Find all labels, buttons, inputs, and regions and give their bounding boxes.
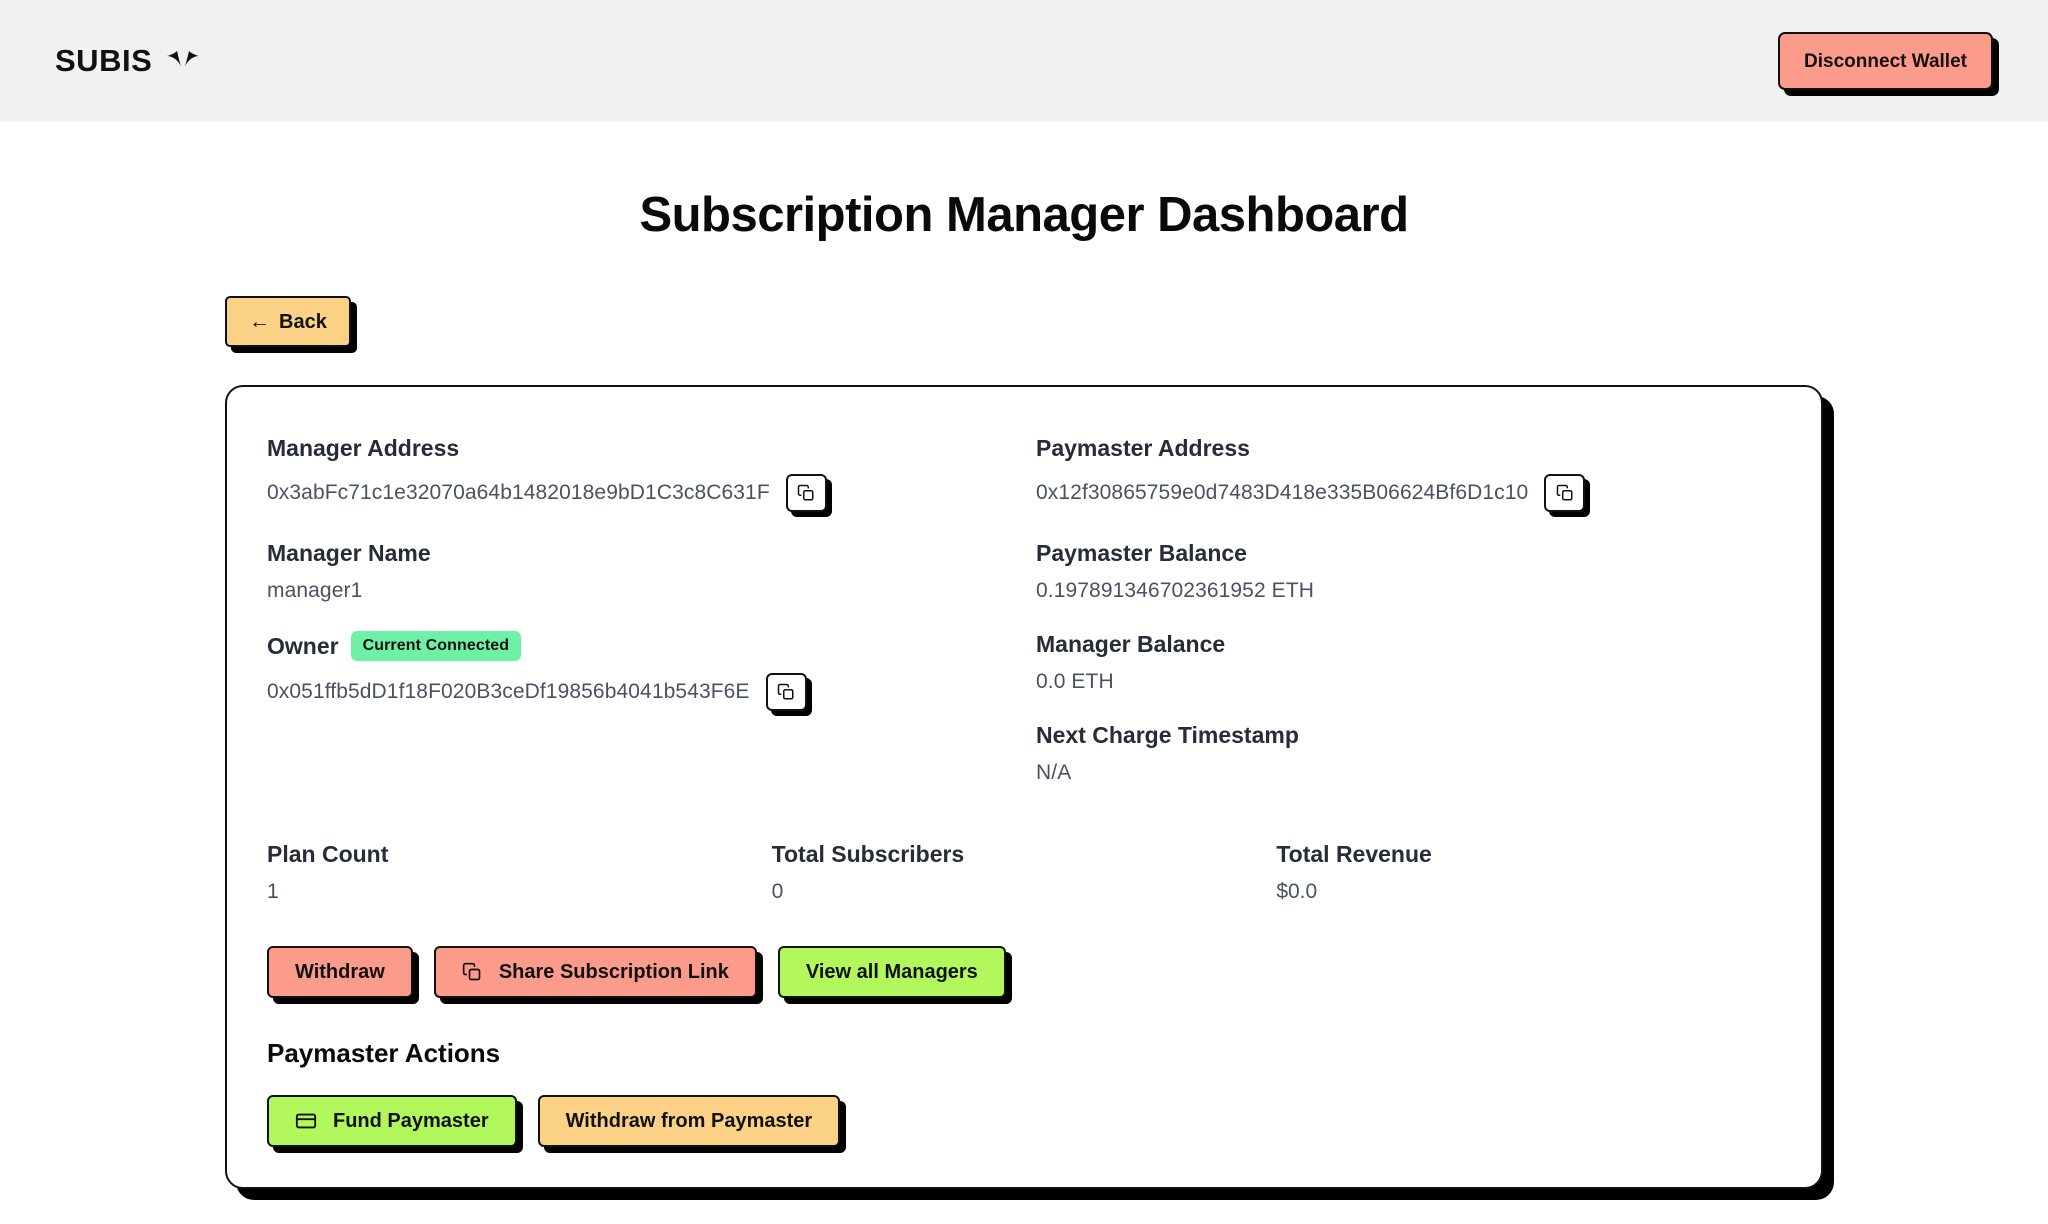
manager-address-label: Manager Address [267,435,460,461]
details-left-column: Manager Address 0x3abFc71c1e32070a64b148… [267,435,1012,813]
paymaster-address-value: 0x12f30865759e0d7483D418e335B06624Bf6D1c… [1036,481,1529,504]
stat-plan-count: Plan Count 1 [267,841,772,904]
top-navigation-bar: SUBIS Disconnect Wallet [0,0,2048,122]
manager-address-value: 0x3abFc71c1e32070a64b1482018e9bD1C3c8C63… [267,481,770,504]
copy-owner-address-button[interactable] [765,673,807,711]
manager-balance-value: 0.0 ETH [1036,670,1114,693]
paymaster-actions-row: Fund Paymaster Withdraw from Paymaster [267,1095,1781,1147]
credit-card-icon [295,1110,317,1132]
dashboard-card-wrapper: Manager Address 0x3abFc71c1e32070a64b148… [0,385,2048,1189]
manager-balance-field: Manager Balance 0.0 ETH [1036,631,1781,694]
next-charge-timestamp-field: Next Charge Timestamp N/A [1036,722,1781,785]
details-right-column: Paymaster Address 0x12f30865759e0d7483D4… [1036,435,1781,813]
copy-icon [797,484,815,502]
fund-paymaster-label: Fund Paymaster [333,1110,489,1132]
card-actions-row: Withdraw Share Subscription Link View al… [267,946,1781,998]
copy-manager-address-button[interactable] [785,474,827,512]
owner-label-row: Owner Current Connected [267,631,1012,661]
stat-label: Total Subscribers [771,841,965,867]
status-badge: Current Connected [350,631,522,661]
view-all-managers-button[interactable]: View all Managers [777,946,1006,998]
stat-value: 1 [267,880,279,903]
manager-name-label: Manager Name [267,540,431,566]
withdraw-from-paymaster-button[interactable]: Withdraw from Paymaster [537,1095,841,1147]
paymaster-address-value-row: 0x12f30865759e0d7483D418e335B06624Bf6D1c… [1036,474,1781,512]
details-grid: Manager Address 0x3abFc71c1e32070a64b148… [267,435,1781,813]
paymaster-balance-label: Paymaster Balance [1036,540,1247,566]
paymaster-address-field: Paymaster Address 0x12f30865759e0d7483D4… [1036,435,1781,512]
arrow-left-icon: ← [249,310,270,333]
owner-label: Owner [267,632,339,659]
paymaster-address-label: Paymaster Address [1036,435,1250,461]
manager-balance-label: Manager Balance [1036,631,1226,657]
manager-name-field: Manager Name manager1 [267,540,1012,603]
stat-value: 0 [771,880,784,903]
page-title: Subscription Manager Dashboard [639,188,1409,242]
stat-label: Plan Count [267,841,389,867]
manager-name-value: manager1 [267,579,363,602]
share-subscription-link-button[interactable]: Share Subscription Link [433,946,757,998]
owner-field: Owner Current Connected 0x051ffb5dD1f18F… [267,631,1012,711]
manager-address-field: Manager Address 0x3abFc71c1e32070a64b148… [267,435,1012,512]
paymaster-actions-title: Paymaster Actions [267,1038,501,1068]
next-charge-timestamp-label: Next Charge Timestamp [1036,722,1299,748]
disconnect-wallet-button[interactable]: Disconnect Wallet [1778,32,1993,90]
back-button-row: ← Back [0,296,2048,347]
back-button[interactable]: ← Back [225,296,351,347]
paymaster-balance-value: 0.197891346702361952 ETH [1036,579,1314,602]
stat-label: Total Revenue [1276,841,1432,867]
owner-value-row: 0x051ffb5dD1f18F020B3ceDf19856b4041b543F… [267,673,1012,711]
copy-icon [777,683,795,701]
stat-value: $0.0 [1276,880,1318,903]
stat-total-revenue: Total Revenue $0.0 [1276,841,1781,904]
wings-icon [166,50,200,72]
manager-address-value-row: 0x3abFc71c1e32070a64b1482018e9bD1C3c8C63… [267,474,1012,512]
next-charge-timestamp-value: N/A [1036,761,1072,784]
back-button-label: Back [279,310,327,333]
brand-logo[interactable]: SUBIS [55,43,200,79]
copy-icon [462,962,482,982]
dashboard-card: Manager Address 0x3abFc71c1e32070a64b148… [225,385,1823,1189]
copy-icon [1556,484,1574,502]
owner-address-value: 0x051ffb5dD1f18F020B3ceDf19856b4041b543F… [267,680,750,703]
stat-total-subscribers: Total Subscribers 0 [772,841,1277,904]
fund-paymaster-button[interactable]: Fund Paymaster [267,1095,517,1147]
withdraw-button[interactable]: Withdraw [267,946,413,998]
brand-name: SUBIS [55,43,153,78]
paymaster-balance-field: Paymaster Balance 0.197891346702361952 E… [1036,540,1781,603]
stats-row: Plan Count 1 Total Subscribers 0 Total R… [267,841,1781,904]
copy-paymaster-address-button[interactable] [1544,474,1586,512]
share-subscription-link-label: Share Subscription Link [498,961,729,983]
